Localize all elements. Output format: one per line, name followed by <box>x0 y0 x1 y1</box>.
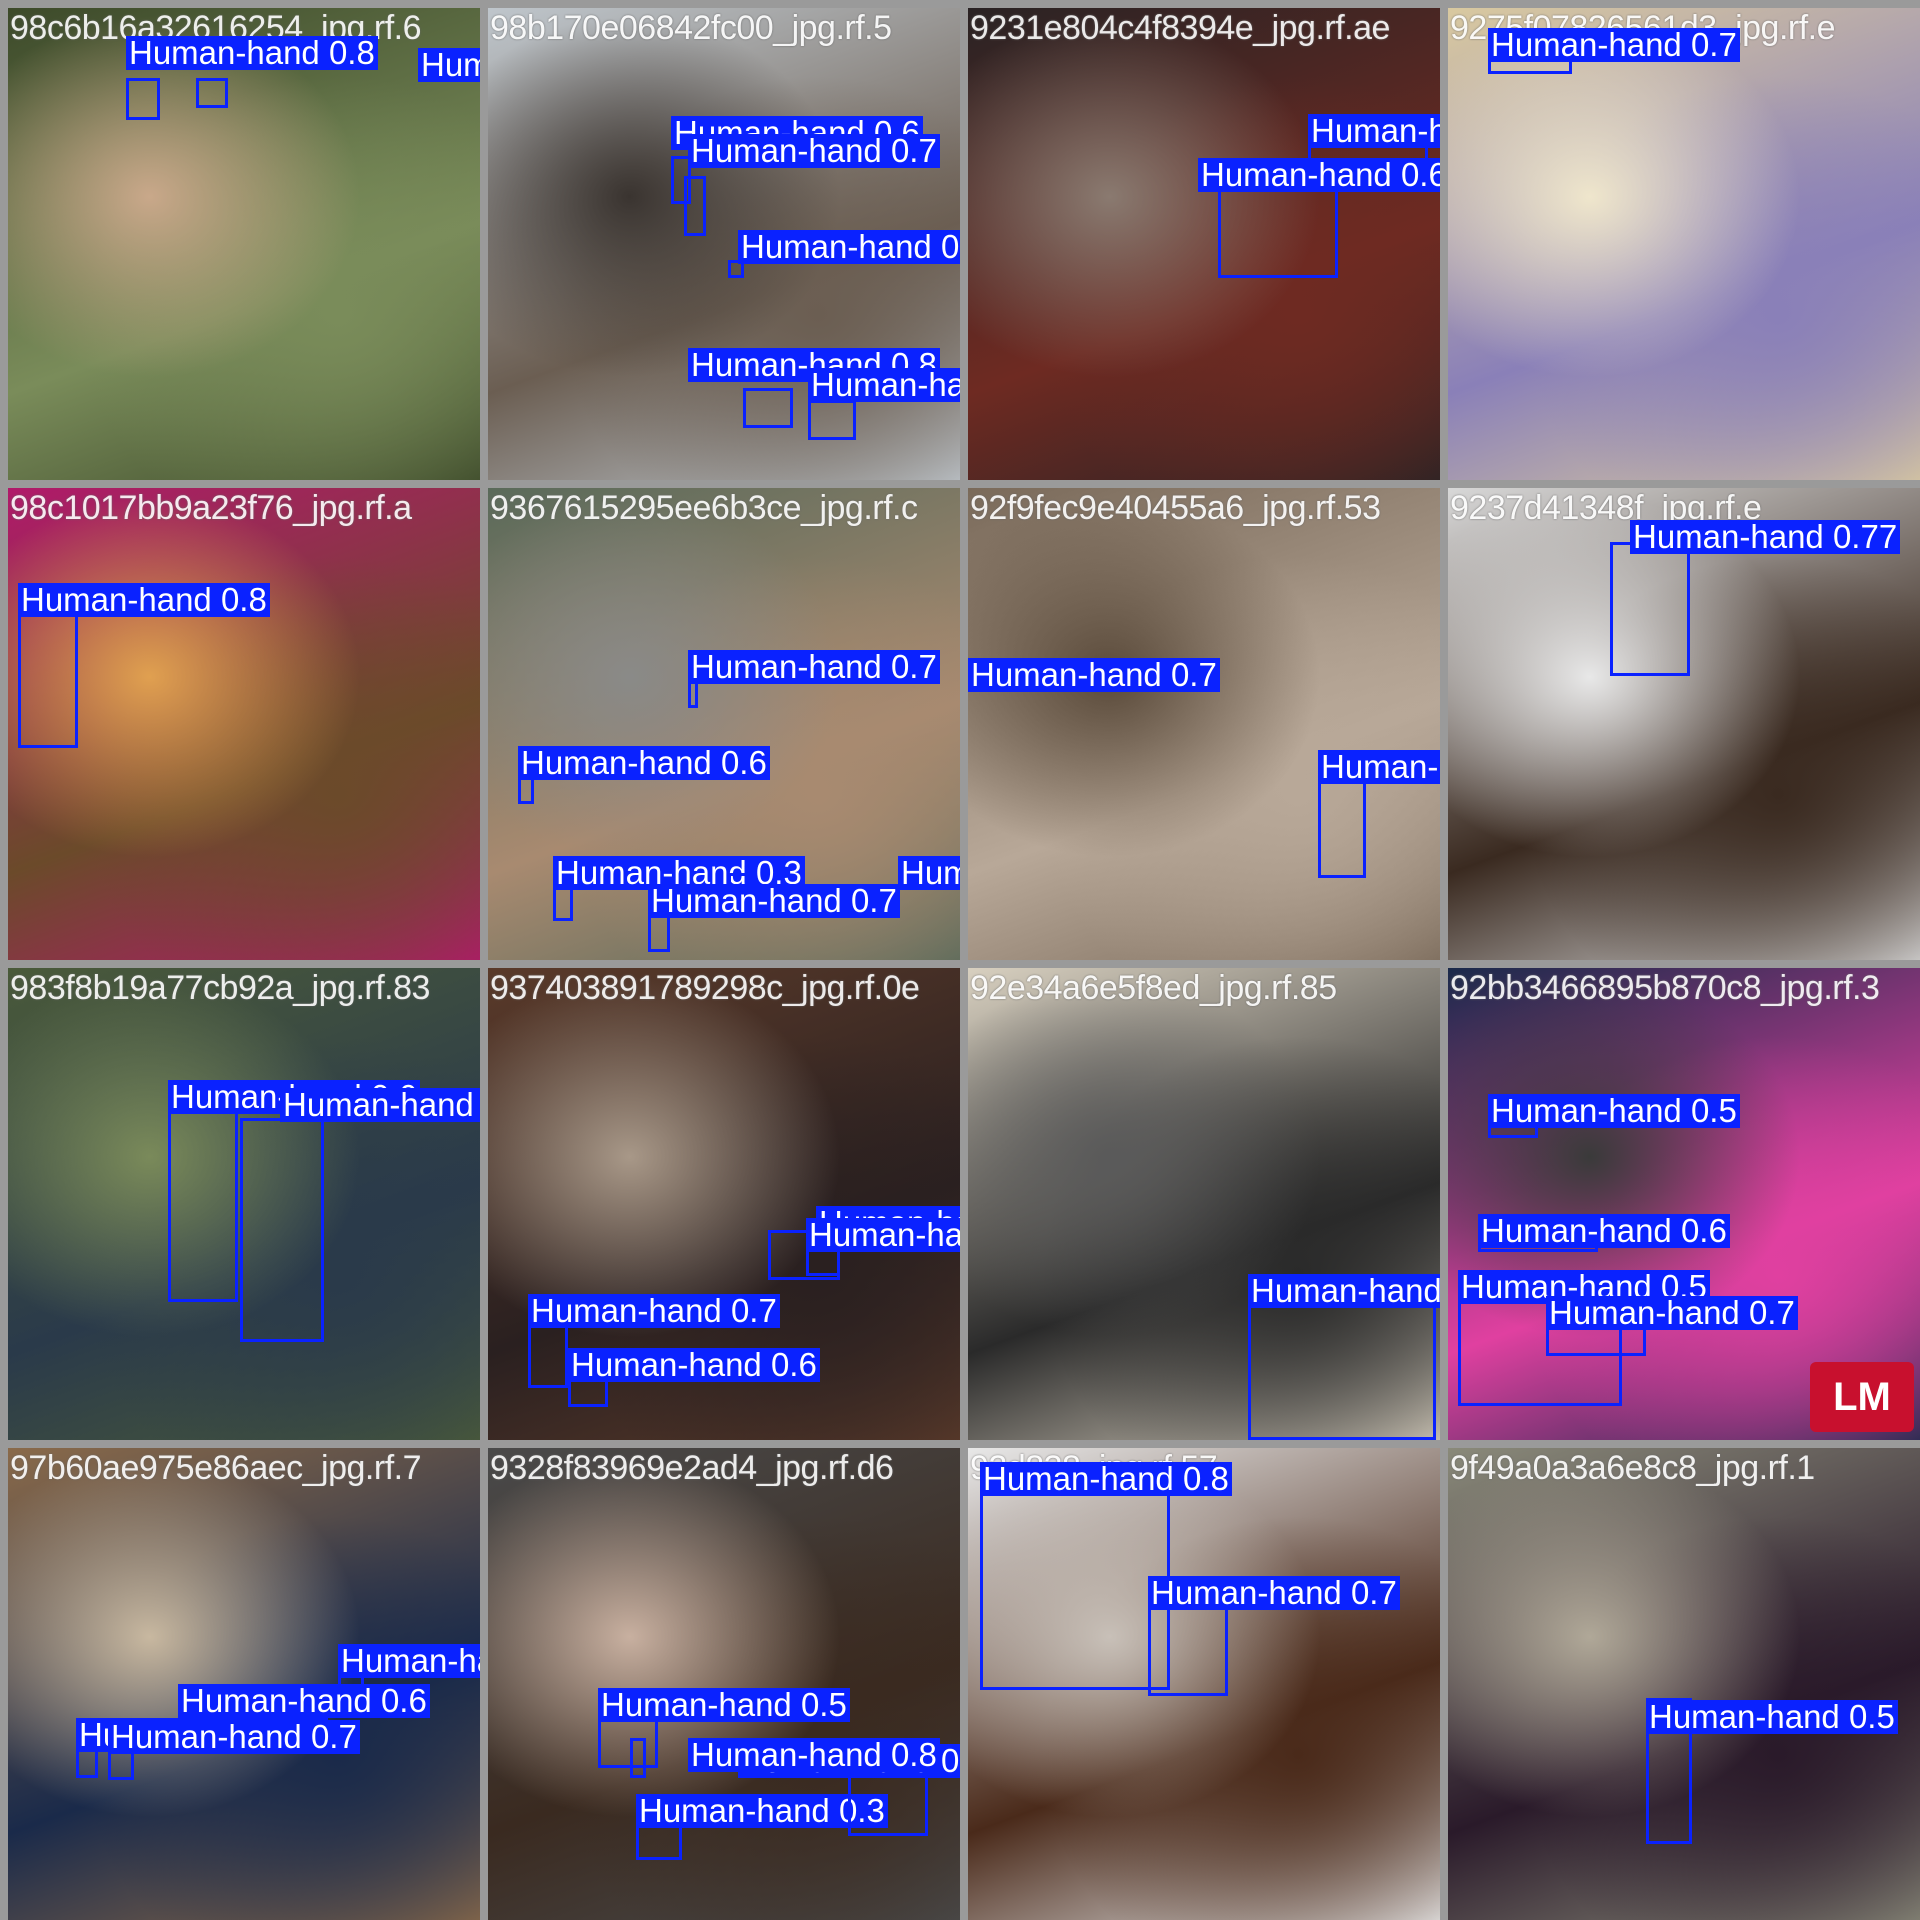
tile-filename: 92bb3466895b870c8_jpg.rf.3 <box>1450 969 1880 1007</box>
detection-box <box>980 1480 1170 1690</box>
tile-filename: 983f8b19a77cb92a_jpg.rf.83 <box>10 969 430 1007</box>
detection-label: Human-hand 0.7 <box>338 1644 480 1678</box>
detection-label: Human-hand 0.8 <box>18 583 270 617</box>
mosaic-tile: 98c1017bb9a23f76_jpg.rf.a Human-hand 0.8 <box>8 488 480 960</box>
tile-filename: 9231e804c4f8394e_jpg.rf.ae <box>970 9 1390 47</box>
detection-box <box>1218 186 1338 278</box>
mosaic-tile: 92e34a6e5f8ed_jpg.rf.85 Human-hand <box>968 968 1440 1440</box>
mosaic-tile: 9f49a0a3a6e8c8_jpg.rf.1 Human-hand 0.5 <box>1448 1448 1920 1920</box>
detection-label: Human-hand 0.7 <box>280 1088 480 1122</box>
mosaic-tile: 9275f07826561d3_jpg.rf.eHuman-hand 0.7 <box>1448 8 1920 480</box>
detection-label: Human-hand 0.7 <box>108 1720 360 1754</box>
tile-filename: 92f9fec9e40455a6_jpg.rf.53 <box>970 489 1381 527</box>
mosaic-tile: 98c6b16a32616254_jpg.rf.6 Human-hand 0.8 H… <box>8 8 480 480</box>
detection-label: Human-hand 0.7 <box>898 856 960 890</box>
detection-label: Human-hand 0.6 <box>178 1684 430 1718</box>
mosaic-tile: 9231e804c4f8394e_jpg.rf.ae Human-hand 0.4… <box>968 8 1440 480</box>
detection-box <box>1248 1298 1436 1440</box>
detection-label: Human-hand 0.8 <box>980 1462 1232 1496</box>
mosaic-tile: 983f8b19a77cb92a_jpg.rf.83Human-hand 0.6… <box>8 968 480 1440</box>
mosaic-tile: 97b60ae975e86aec_jpg.rf.7Human-hand 0.3H… <box>8 1448 480 1920</box>
tile-filename: 937403891789298c_jpg.rf.0e <box>490 969 920 1007</box>
detection-label: Human-hand 0.6 <box>1318 750 1440 784</box>
detection-label: Human-hand <box>1248 1274 1440 1308</box>
tile-filename: 9367615295ee6b3ce_jpg.rf.c <box>490 489 918 527</box>
detection-label: Human-hand 0.77 <box>1630 520 1901 554</box>
detection-box <box>240 1118 324 1342</box>
tile-photo <box>8 8 480 480</box>
tile-photo <box>1448 1448 1920 1920</box>
detection-box <box>1318 778 1366 878</box>
detection-label: Human-hand 0.7 <box>528 1294 780 1328</box>
detection-label: Human-hand 0.9 <box>808 368 960 402</box>
tile-filename: 98c1017bb9a23f76_jpg.rf.a <box>10 489 412 527</box>
detection-box <box>743 388 793 428</box>
detection-label: Human-hand 0.7 <box>968 658 1220 692</box>
detection-label: Human-hand 0.5 <box>806 1218 960 1252</box>
detection-label: Human-hand 0.5 <box>598 1688 850 1722</box>
detection-label: Human-hand 0.5 <box>1646 1700 1898 1734</box>
detection-label: Human-hand 0.6 <box>568 1348 820 1382</box>
detection-label: Human-hand 0.7 <box>648 884 900 918</box>
tile-photo <box>1448 8 1920 480</box>
mosaic-tile: 937403891789298c_jpg.rf.0eHuman-hand 0.3… <box>488 968 960 1440</box>
tile-photo <box>968 8 1440 480</box>
detection-box <box>168 1104 238 1302</box>
detection-label: Human-hand 0.6 <box>518 746 770 780</box>
mosaic-tile: 9367615295ee6b3ce_jpg.rf.c Human-hand 0.7… <box>488 488 960 960</box>
tile-photo <box>488 1448 960 1920</box>
detection-box <box>1610 542 1690 676</box>
mosaic-tile: 92d838_jpg.rf.57Human-hand 0.8Human-hand… <box>968 1448 1440 1920</box>
tile-filename: 97b60ae975e86aec_jpg.rf.7 <box>10 1449 422 1487</box>
detection-label: Human-hand 0.7 <box>1148 1576 1400 1610</box>
detection-label: Human-hand 0.7 <box>688 134 940 168</box>
detection-label: Human-hand 0.6 <box>1198 158 1440 192</box>
detection-box <box>126 78 160 120</box>
tile-filename: 92e34a6e5f8ed_jpg.rf.85 <box>970 969 1337 1007</box>
tile-filename: 98b170e06842fc00_jpg.rf.5 <box>490 9 892 47</box>
detection-label: Human-hand 0.7 <box>688 650 940 684</box>
detection-box <box>808 400 856 440</box>
mosaic-tile: 98b170e06842fc00_jpg.rf.5 Human-hand 0.6 H… <box>488 8 960 480</box>
detection-label: Human-hand 0.8 <box>688 1738 940 1772</box>
detection-box <box>684 176 706 236</box>
mosaic-tile: 9328f83969e2ad4_jpg.rf.d6Human-hand 0.7H… <box>488 1448 960 1920</box>
detection-label: Human-hand 0.6 <box>738 230 960 264</box>
detection-label: Human-hand 0.6 <box>1478 1214 1730 1248</box>
mosaic-tile: 92f9fec9e40455a6_jpg.rf.53 Human-hand 0.7… <box>968 488 1440 960</box>
tile-filename: 9f49a0a3a6e8c8_jpg.rf.1 <box>1450 1449 1815 1487</box>
lm-logo: LM <box>1810 1362 1914 1432</box>
tile-photo <box>8 488 480 960</box>
detection-box <box>18 608 78 748</box>
detection-box <box>196 78 228 108</box>
detection-label: Human-hand 0.4 <box>1308 114 1440 148</box>
detection-label: Human-hand 0.8 <box>126 36 378 70</box>
detection-label: Human-hand 0.8 <box>418 48 480 82</box>
detection-label: Human-hand 0.7 <box>1546 1296 1798 1330</box>
mosaic-tile: 92bb3466895b870c8_jpg.rf.3 Human-hand 0.5… <box>1448 968 1920 1440</box>
tile-filename: 9328f83969e2ad4_jpg.rf.d6 <box>490 1449 894 1487</box>
detection-label: Human-hand 0.7 <box>1488 28 1740 62</box>
tile-photo <box>968 488 1440 960</box>
detection-label: Human-hand 0.5 <box>1488 1094 1740 1128</box>
mosaic-tile: 9237d41348f_jpg.rf.e Human-hand 0.77 <box>1448 488 1920 960</box>
